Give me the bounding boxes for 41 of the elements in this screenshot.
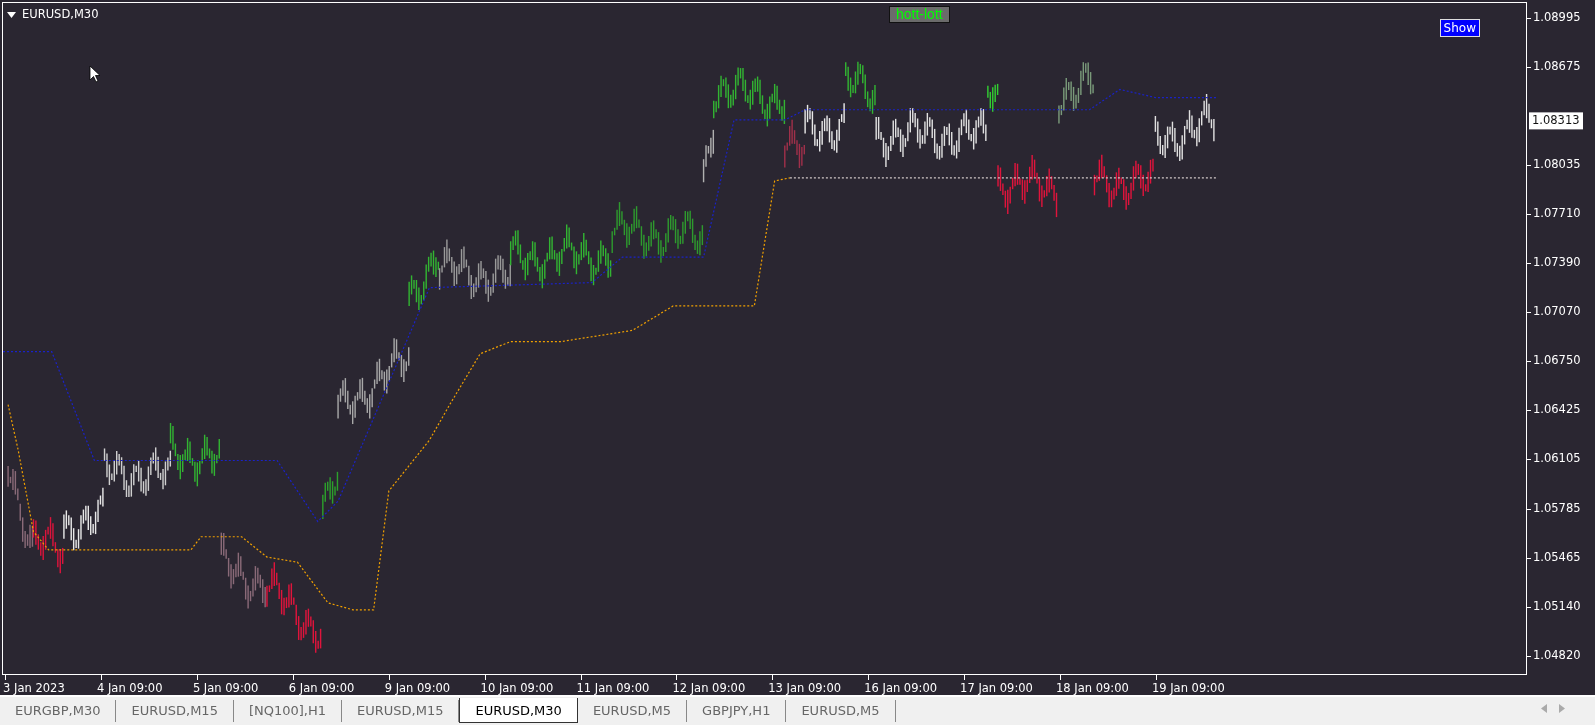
symbol-label: EURUSD,M30 bbox=[22, 6, 99, 23]
dropdown-icon[interactable] bbox=[7, 11, 16, 18]
time-label: 10 Jan 09:00 bbox=[480, 680, 554, 697]
price-label: 1.07710 bbox=[1533, 205, 1581, 223]
price-label: 1.04820 bbox=[1533, 646, 1581, 664]
current-price-label: 1.08313 bbox=[1529, 112, 1583, 130]
chart-tab[interactable]: EURUSD,M15 bbox=[116, 700, 234, 722]
time-label: 6 Jan 09:00 bbox=[288, 680, 355, 697]
chart-tab[interactable]: EURUSD,M5 bbox=[786, 700, 896, 722]
cursor-icon bbox=[89, 64, 101, 83]
price-label: 1.05140 bbox=[1533, 597, 1581, 615]
time-label: 12 Jan 09:00 bbox=[672, 680, 746, 697]
time-label: 19 Jan 09:00 bbox=[1151, 680, 1225, 697]
indicator-label: hott-lott bbox=[889, 6, 950, 23]
chart-tab[interactable]: EURGBP,M30 bbox=[0, 700, 117, 722]
price-label: 1.07070 bbox=[1533, 303, 1581, 321]
scroll-left-icon[interactable] bbox=[1541, 704, 1547, 713]
price-label: 1.06750 bbox=[1533, 352, 1581, 370]
chart-tab[interactable]: [NQ100],H1 bbox=[233, 700, 342, 722]
price-label: 1.07390 bbox=[1533, 254, 1581, 272]
time-label: 18 Jan 09:00 bbox=[1056, 680, 1129, 697]
price-label: 1.08035 bbox=[1533, 156, 1581, 174]
price-label: 1.05785 bbox=[1533, 499, 1581, 517]
time-label: 5 Jan 09:00 bbox=[192, 680, 259, 697]
price-label: 1.08675 bbox=[1533, 58, 1581, 76]
time-label: 17 Jan 09:00 bbox=[960, 680, 1033, 697]
scroll-right-icon[interactable] bbox=[1559, 704, 1565, 713]
time-label: 3 Jan 2023 bbox=[3, 680, 65, 697]
time-label: 16 Jan 09:00 bbox=[864, 680, 938, 697]
time-label: 9 Jan 09:00 bbox=[384, 680, 451, 697]
price-label: 1.08995 bbox=[1533, 9, 1581, 27]
chart-tab[interactable]: EURUSD,M5 bbox=[577, 700, 688, 722]
time-label: 11 Jan 09:00 bbox=[576, 680, 650, 697]
price-label: 1.06105 bbox=[1533, 450, 1581, 468]
time-label: 13 Jan 09:00 bbox=[768, 680, 842, 697]
time-label: 4 Jan 09:00 bbox=[97, 680, 163, 697]
chart-tab[interactable]: EURUSD,M30 bbox=[459, 698, 578, 723]
price-label: 1.05465 bbox=[1533, 548, 1581, 566]
chart-tab[interactable]: GBPJPY,H1 bbox=[687, 700, 787, 722]
price-label: 1.06425 bbox=[1533, 401, 1581, 419]
show-button[interactable]: Show bbox=[1439, 19, 1480, 37]
